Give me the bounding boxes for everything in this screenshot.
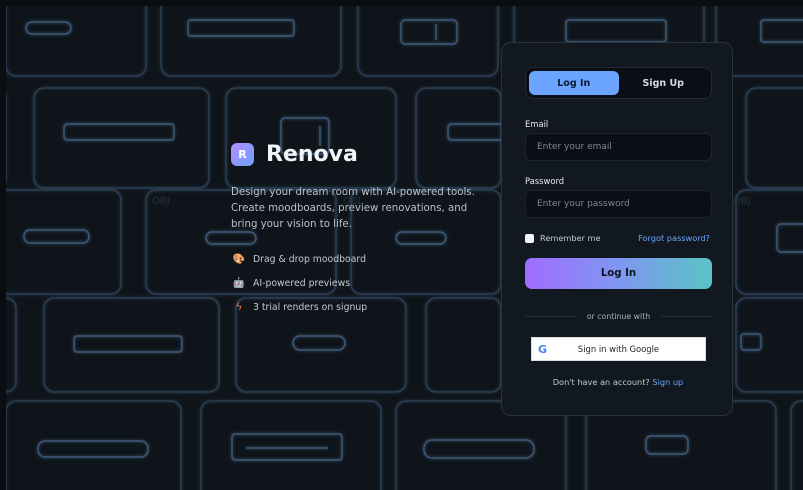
- password-label: Password: [525, 176, 565, 186]
- robot-icon: 🤖: [232, 277, 246, 289]
- email-field[interactable]: [525, 133, 712, 161]
- palette-icon: 🎨: [232, 253, 246, 265]
- feature-text: Drag & drop moodboard: [253, 253, 366, 265]
- forgot-password-link[interactable]: Forgot password?: [638, 233, 710, 243]
- feature-item: ϟ 3 trial renders on signup: [231, 295, 491, 319]
- feature-list: 🎨 Drag & drop moodboard 🤖 AI-powered pre…: [231, 247, 491, 319]
- divider-line: [525, 316, 577, 317]
- sign-up-link[interactable]: Sign up: [652, 377, 683, 387]
- tagline: Design your dream room with AI-powered t…: [231, 187, 475, 230]
- google-button-label: Sign in with Google: [577, 344, 660, 354]
- log-in-button[interactable]: Log In: [525, 258, 712, 289]
- obj-label: OBJ: [733, 196, 751, 207]
- remember-me[interactable]: Remember me: [525, 233, 601, 243]
- divider-line: [660, 316, 713, 317]
- divider-text: or continue with: [586, 312, 651, 321]
- remember-label: Remember me: [540, 233, 601, 243]
- tab-sign-up[interactable]: Sign Up: [619, 71, 709, 95]
- logo-icon: R: [231, 143, 254, 166]
- google-icon: G: [538, 342, 548, 356]
- login-page: OBJ OBJ OBJ R Renova Design your dream r…: [6, 6, 803, 490]
- password-field[interactable]: [525, 190, 712, 218]
- obj-label: OBJ: [152, 196, 170, 207]
- brand-name: Renova: [266, 142, 358, 167]
- feature-item: 🎨 Drag & drop moodboard: [231, 247, 491, 271]
- divider: or continue with: [525, 312, 713, 321]
- auth-tabs: Log In Sign Up: [525, 67, 712, 99]
- feature-text: 3 trial renders on signup: [253, 301, 368, 313]
- google-sign-in-button[interactable]: G Sign in with Google: [531, 337, 706, 361]
- auth-card: Log In Sign Up Email Password Remember m…: [501, 42, 733, 416]
- brand-header: R Renova: [231, 142, 491, 167]
- email-label: Email: [525, 119, 549, 129]
- tab-log-in[interactable]: Log In: [529, 71, 619, 95]
- signup-prompt: Don't have an account? Sign up: [502, 377, 734, 387]
- remember-checkbox[interactable]: [525, 233, 534, 243]
- signup-prompt-text: Don't have an account?: [552, 377, 650, 387]
- feature-item: 🤖 AI-powered previews: [231, 271, 491, 295]
- feature-text: AI-powered previews: [253, 277, 351, 289]
- lightning-icon: ϟ: [235, 301, 243, 313]
- brand-section: R Renova Design your dream room with AI-…: [231, 142, 491, 319]
